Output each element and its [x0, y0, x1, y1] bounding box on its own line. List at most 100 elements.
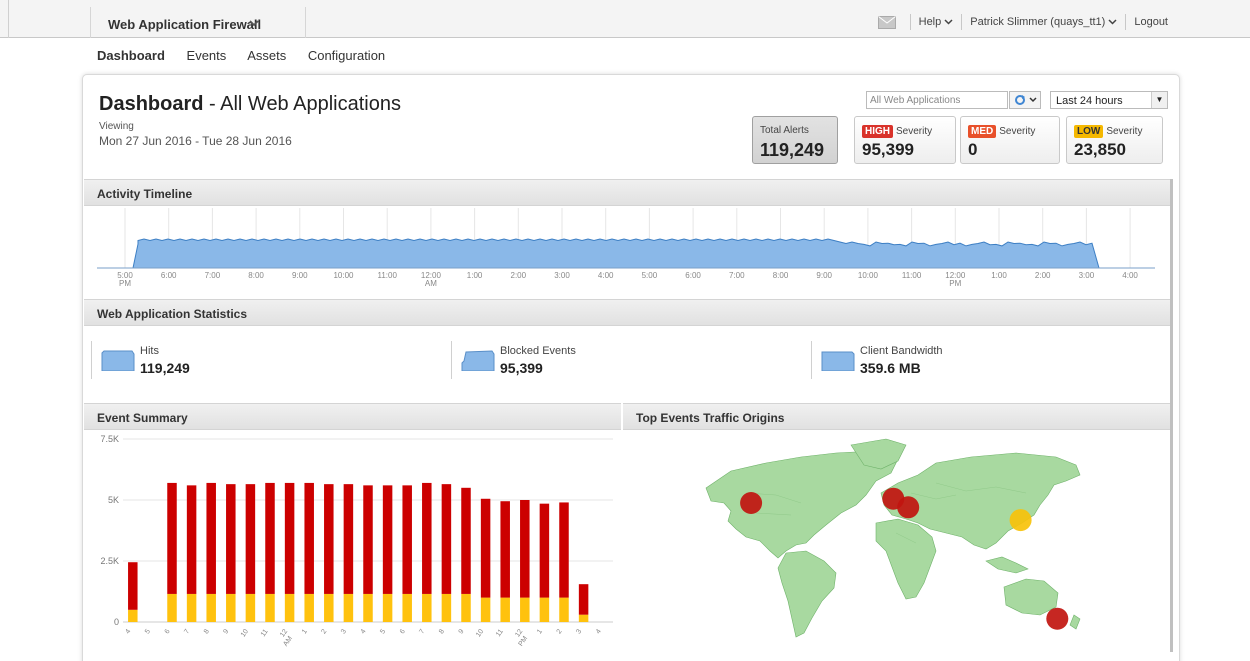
- bar-high[interactable]: [402, 485, 412, 594]
- bar-low[interactable]: [284, 593, 295, 622]
- nav-assets[interactable]: Assets: [247, 48, 286, 63]
- x-tick-label: 8: [203, 628, 211, 635]
- event-summary-header: Event Summary: [84, 403, 621, 430]
- separator: [909, 14, 911, 30]
- logout-link[interactable]: Logout: [1134, 16, 1168, 28]
- bar-high[interactable]: [480, 498, 491, 598]
- bar-high[interactable]: [461, 487, 471, 594]
- x-tick-label: 4: [360, 628, 368, 635]
- bar-high[interactable]: [363, 485, 373, 594]
- origin-marker[interactable]: [740, 492, 763, 514]
- bar-low[interactable]: [520, 597, 530, 622]
- bar-low[interactable]: [480, 597, 491, 622]
- nav-dashboard[interactable]: Dashboard: [97, 48, 165, 63]
- stat-divider: [451, 341, 452, 379]
- x-tick-text: 1: [536, 628, 544, 635]
- app-selector[interactable]: Web Application Firewall: [90, 7, 306, 38]
- bar-high[interactable]: [304, 482, 314, 594]
- bar-high[interactable]: [422, 482, 432, 594]
- bar-low[interactable]: [578, 614, 589, 622]
- bar-low[interactable]: [265, 593, 275, 622]
- web-app-select[interactable]: All Web Applications: [866, 91, 1008, 109]
- timeline-tick: 3:00: [554, 271, 570, 280]
- bar-high[interactable]: [500, 501, 510, 598]
- low-severity-card[interactable]: LOW Severity 23,850: [1066, 116, 1163, 164]
- help-link[interactable]: Help: [919, 16, 942, 28]
- timeline-tick-suffix: PM: [119, 279, 131, 288]
- x-tick-text: 6: [399, 628, 407, 635]
- low-severity-value: 23,850: [1074, 140, 1126, 159]
- scrollbar[interactable]: [1170, 179, 1173, 652]
- bar-high[interactable]: [382, 485, 393, 594]
- bar-high[interactable]: [539, 503, 550, 598]
- timeline-tick: 6:00: [160, 271, 177, 280]
- bar-low[interactable]: [304, 593, 314, 622]
- x-tick-label: 6: [164, 628, 172, 635]
- bar-low[interactable]: [343, 593, 354, 622]
- x-tick-label: 2: [556, 628, 564, 635]
- bar-high[interactable]: [226, 484, 236, 594]
- stat-hits-label: Hits: [140, 345, 159, 357]
- bar-high[interactable]: [167, 482, 177, 594]
- y-tick-label: 5K: [108, 495, 119, 505]
- bar-low[interactable]: [324, 593, 334, 622]
- x-tick-label: 5: [379, 628, 387, 635]
- bar-high[interactable]: [245, 484, 256, 594]
- bar-high[interactable]: [186, 485, 197, 594]
- x-tick-text: 5: [144, 628, 152, 635]
- x-tick-label: 5: [144, 628, 152, 635]
- timeline-tick: 1:00: [991, 271, 1007, 280]
- bar-high[interactable]: [441, 484, 452, 594]
- origin-marker[interactable]: [1046, 607, 1069, 630]
- bar-low[interactable]: [500, 597, 510, 622]
- x-tick-label: 11: [495, 628, 505, 638]
- origin-marker[interactable]: [1009, 509, 1032, 532]
- bar-high[interactable]: [343, 484, 354, 594]
- sparkline-icon: [821, 351, 855, 371]
- bar-low[interactable]: [422, 593, 432, 622]
- severity-word: Severity: [1106, 126, 1143, 137]
- activity-timeline: [97, 208, 1155, 269]
- bar-low[interactable]: [226, 593, 236, 622]
- x-tick-label: 9: [458, 628, 466, 635]
- activity-timeline-header: Activity Timeline: [84, 179, 1170, 206]
- x-tick-text: 3: [340, 628, 348, 635]
- x-tick-label: 6: [399, 628, 407, 635]
- bar-low[interactable]: [167, 593, 177, 622]
- traffic-origins-header: Top Events Traffic Origins: [623, 403, 1170, 430]
- nav-configuration[interactable]: Configuration: [308, 48, 385, 63]
- bar-high[interactable]: [520, 500, 530, 598]
- stat-blocked-value: 95,399: [500, 360, 543, 376]
- page-title-main: Dashboard: [99, 93, 204, 115]
- bar-high[interactable]: [578, 584, 589, 615]
- bar-high[interactable]: [265, 482, 275, 594]
- bar-low[interactable]: [539, 597, 550, 622]
- bar-low[interactable]: [245, 593, 256, 622]
- bar-high[interactable]: [128, 562, 138, 610]
- origin-marker[interactable]: [897, 496, 920, 519]
- bar-low[interactable]: [382, 593, 393, 622]
- total-alerts-card[interactable]: Total Alerts 119,249: [752, 116, 838, 164]
- high-severity-card[interactable]: HIGH Severity 95,399: [854, 116, 956, 164]
- med-severity-card[interactable]: MED Severity 0: [960, 116, 1060, 164]
- user-menu[interactable]: Patrick Slimmer (quays_tt1): [970, 16, 1105, 28]
- bar-low[interactable]: [186, 593, 197, 622]
- refresh-button[interactable]: [1009, 91, 1041, 109]
- bar-low[interactable]: [363, 593, 373, 622]
- bar-low[interactable]: [128, 609, 138, 622]
- nav-events[interactable]: Events: [187, 48, 227, 63]
- bar-high[interactable]: [284, 482, 295, 594]
- bar-high[interactable]: [206, 482, 216, 594]
- bar-low[interactable]: [402, 593, 412, 622]
- bar-low[interactable]: [559, 597, 569, 622]
- bar-low[interactable]: [461, 593, 471, 622]
- bar-high[interactable]: [324, 484, 334, 594]
- x-tick-text: 11: [260, 628, 270, 638]
- total-alerts-value: 119,249: [760, 140, 825, 160]
- x-tick-text: 3: [575, 628, 583, 635]
- mail-icon[interactable]: [877, 15, 896, 29]
- bar-low[interactable]: [441, 593, 452, 622]
- bar-low[interactable]: [206, 593, 216, 622]
- time-range-select[interactable]: Last 24 hours ▼: [1050, 91, 1168, 109]
- bar-high[interactable]: [559, 502, 569, 598]
